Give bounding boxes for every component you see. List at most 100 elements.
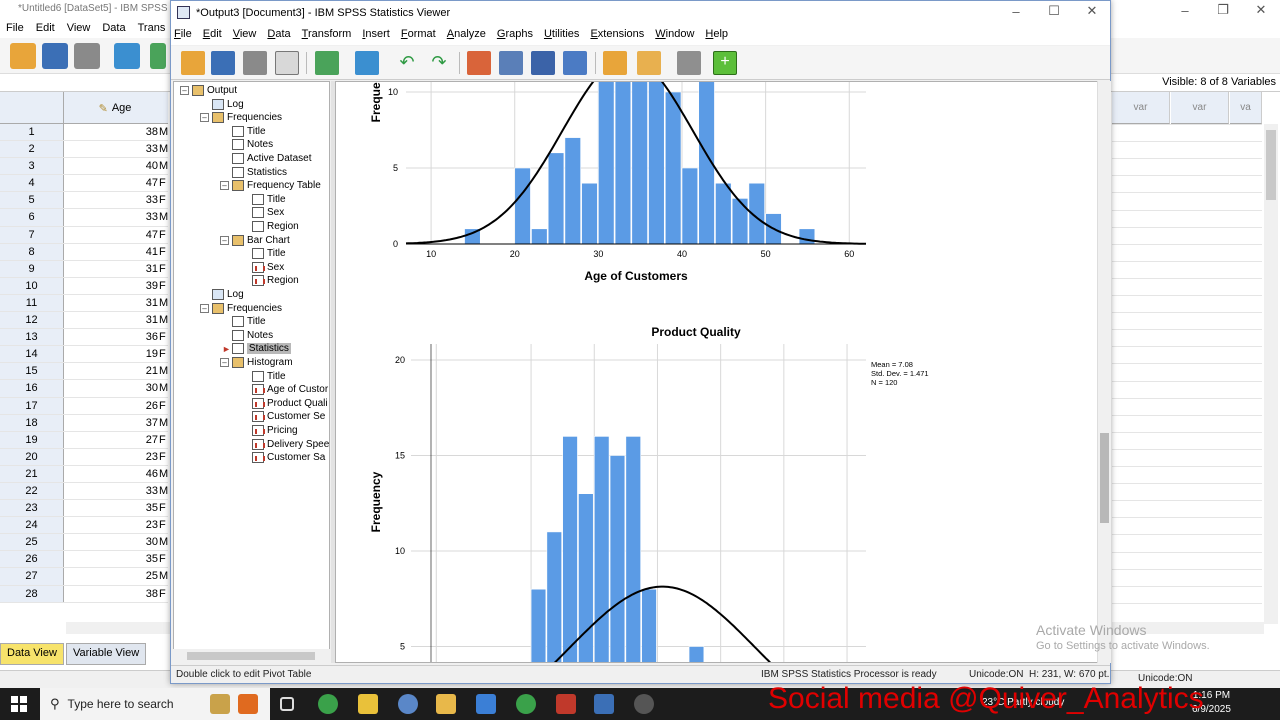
table-row[interactable]: 19 27 F bbox=[0, 431, 168, 449]
row-number[interactable]: 19 bbox=[0, 431, 64, 448]
cell-gender[interactable]: M bbox=[159, 141, 168, 157]
menu-edit[interactable]: Edit bbox=[200, 25, 230, 45]
menu-analyze[interactable]: Analyze bbox=[444, 25, 494, 45]
outline-item[interactable]: Log bbox=[212, 98, 244, 111]
close-icon[interactable]: ✕ bbox=[1242, 0, 1280, 20]
save-icon[interactable] bbox=[211, 51, 235, 75]
cell-gender[interactable]: M bbox=[159, 158, 168, 174]
cell-gender[interactable]: M bbox=[159, 209, 168, 225]
row-number[interactable]: 27 bbox=[0, 568, 64, 585]
dialog-recall-icon[interactable] bbox=[114, 43, 140, 69]
cell-gender[interactable]: F bbox=[159, 500, 168, 516]
maximize-icon[interactable]: ☐ bbox=[1035, 1, 1073, 21]
row-number[interactable]: 7 bbox=[0, 226, 64, 243]
goto-data-icon[interactable] bbox=[467, 51, 491, 75]
outline-item[interactable]: Pricing bbox=[252, 424, 298, 437]
add-icon[interactable]: + bbox=[713, 51, 737, 75]
row-number[interactable]: 16 bbox=[0, 380, 64, 397]
menu-help[interactable]: Help bbox=[702, 25, 736, 45]
table-row[interactable]: 25 30 M bbox=[0, 534, 168, 552]
outline-item[interactable]: Notes bbox=[232, 329, 273, 342]
outline-item[interactable]: Title bbox=[232, 125, 266, 138]
table-row[interactable]: 7 47 F bbox=[0, 226, 168, 244]
pdf-app-icon[interactable] bbox=[556, 694, 576, 714]
cell-gender[interactable]: M bbox=[159, 124, 168, 140]
cell-gender[interactable]: F bbox=[159, 175, 168, 191]
content-vertical-scrollbar[interactable] bbox=[1097, 81, 1111, 663]
outline-item[interactable]: Product Quali bbox=[252, 397, 328, 410]
menu-insert[interactable]: Insert bbox=[359, 25, 398, 45]
table-row[interactable]: 10 39 F bbox=[0, 277, 168, 295]
cell-age[interactable]: 33 bbox=[64, 141, 159, 157]
print-icon[interactable] bbox=[74, 43, 100, 69]
row-number[interactable]: 1 bbox=[0, 124, 64, 141]
export-icon[interactable] bbox=[315, 51, 339, 75]
cell-age[interactable]: 38 bbox=[64, 586, 159, 602]
menu-view[interactable]: View bbox=[230, 25, 265, 45]
cell-gender[interactable]: M bbox=[159, 295, 168, 311]
collapse-icon[interactable]: – bbox=[200, 303, 209, 313]
collapse-icon[interactable]: – bbox=[220, 235, 229, 245]
cell-gender[interactable]: F bbox=[159, 192, 168, 208]
row-number[interactable]: 3 bbox=[0, 158, 64, 175]
designated-window-icon[interactable] bbox=[677, 51, 701, 75]
outline-item[interactable]: Title bbox=[252, 370, 286, 383]
row-number[interactable]: 9 bbox=[0, 260, 64, 277]
save-icon[interactable] bbox=[42, 43, 68, 69]
table-row[interactable]: 17 26 F bbox=[0, 397, 168, 415]
minimize-icon[interactable]: – bbox=[997, 1, 1035, 21]
cell-gender[interactable]: F bbox=[159, 227, 168, 243]
cell-age[interactable]: 33 bbox=[64, 483, 159, 499]
file-explorer-icon[interactable] bbox=[436, 694, 456, 714]
table-row[interactable]: 2 33 M bbox=[0, 141, 168, 159]
print-icon[interactable] bbox=[243, 51, 267, 75]
cell-age[interactable]: 26 bbox=[64, 398, 159, 414]
table-row[interactable]: 20 23 F bbox=[0, 448, 168, 466]
scroll-thumb[interactable] bbox=[1266, 130, 1276, 200]
outline-item[interactable]: Title bbox=[232, 315, 266, 328]
var-column-header[interactable]: var bbox=[1112, 92, 1170, 124]
menu-file[interactable]: File bbox=[0, 20, 30, 38]
cell-age[interactable]: 47 bbox=[64, 227, 159, 243]
insert-text-icon[interactable] bbox=[603, 51, 627, 75]
outline-item[interactable]: – Histogram bbox=[220, 356, 293, 369]
table-row[interactable]: 22 33 M bbox=[0, 482, 168, 501]
r-icon[interactable] bbox=[398, 694, 418, 714]
variables-icon[interactable] bbox=[563, 51, 587, 75]
cell-gender[interactable]: F bbox=[159, 244, 168, 260]
close-icon[interactable]: ✕ bbox=[1073, 1, 1111, 21]
cell-gender[interactable]: M bbox=[159, 534, 168, 550]
cell-age[interactable]: 40 bbox=[64, 158, 159, 174]
outline-item[interactable]: Active Dataset bbox=[232, 152, 311, 165]
menu-transform[interactable]: Trans bbox=[132, 20, 172, 38]
cell-gender[interactable]: F bbox=[159, 449, 168, 465]
cell-age[interactable]: 35 bbox=[64, 500, 159, 516]
row-number[interactable]: 4 bbox=[0, 175, 64, 192]
scroll-thumb[interactable] bbox=[1100, 433, 1109, 523]
cell-gender[interactable]: F bbox=[159, 278, 168, 294]
cell-gender[interactable]: F bbox=[159, 346, 168, 362]
outline-item[interactable]: Sex bbox=[252, 206, 284, 219]
cell-gender[interactable]: M bbox=[159, 380, 168, 396]
goto-case-icon[interactable] bbox=[499, 51, 523, 75]
outline-item[interactable]: – Frequencies bbox=[200, 302, 282, 315]
menu-transform[interactable]: Transform bbox=[299, 25, 360, 45]
table-row[interactable]: 3 40 M bbox=[0, 158, 168, 176]
cell-age[interactable]: 33 bbox=[64, 209, 159, 225]
cell-age[interactable]: 38 bbox=[64, 124, 159, 140]
chrome-profile-icon[interactable] bbox=[516, 694, 536, 714]
table-row[interactable]: 6 33 M bbox=[0, 209, 168, 227]
table-row[interactable]: 27 25 M bbox=[0, 568, 168, 586]
cell-age[interactable]: 37 bbox=[64, 415, 159, 431]
table-row[interactable]: 28 38 F bbox=[0, 585, 168, 603]
histogram-charts[interactable]: 10 20 30 40 50 60 0 5 10 Age of Customers Frequenc… bbox=[336, 82, 1102, 663]
row-number[interactable]: 28 bbox=[0, 585, 64, 602]
widgets-icon[interactable] bbox=[238, 694, 258, 714]
cell-gender[interactable]: F bbox=[159, 551, 168, 567]
collapse-icon[interactable]: – bbox=[220, 181, 229, 191]
undo-icon[interactable] bbox=[150, 43, 166, 69]
cell-age[interactable]: 30 bbox=[64, 380, 159, 396]
outline-item[interactable]: Region bbox=[252, 274, 299, 287]
table-row[interactable]: 13 36 F bbox=[0, 329, 168, 347]
menu-data[interactable]: Data bbox=[264, 25, 298, 45]
